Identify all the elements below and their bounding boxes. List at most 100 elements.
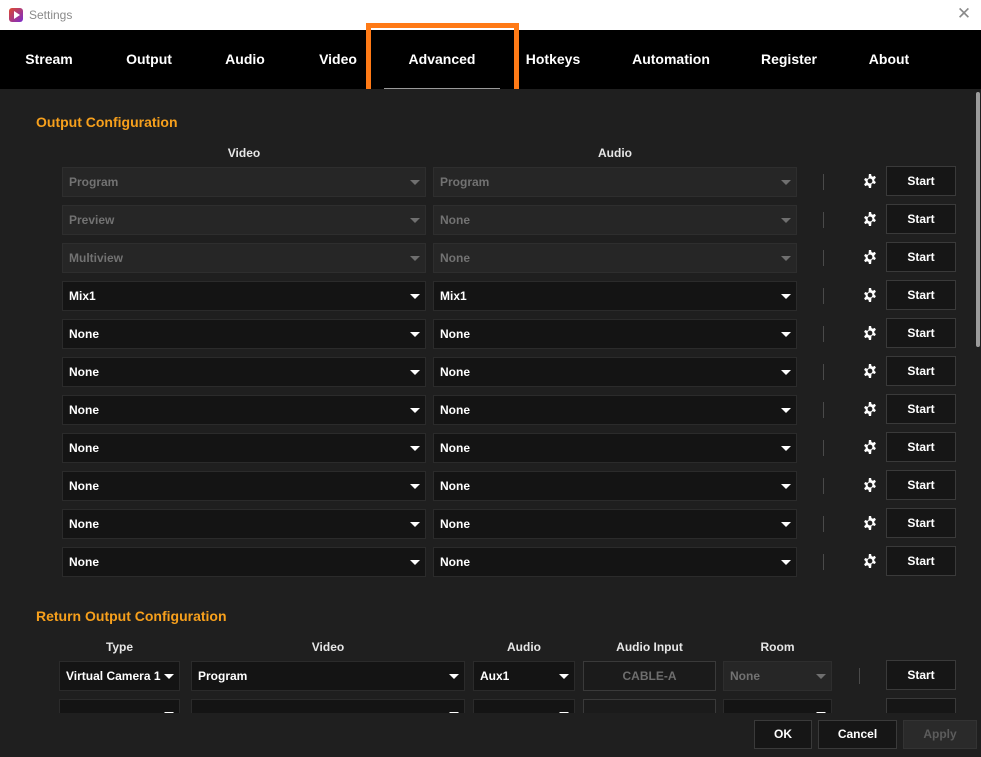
audio-output-value: None bbox=[440, 517, 470, 531]
return-video-select-2[interactable] bbox=[191, 699, 465, 713]
return-output-config-title: Return Output Configuration bbox=[36, 608, 227, 624]
video-output-value: None bbox=[69, 479, 99, 493]
close-icon[interactable]: ✕ bbox=[955, 5, 973, 23]
video-output-select[interactable]: None bbox=[62, 395, 426, 425]
tab-stream[interactable]: Stream bbox=[0, 30, 98, 89]
gear-icon[interactable] bbox=[862, 439, 878, 455]
return-video-select[interactable]: Program bbox=[191, 661, 465, 691]
video-output-select[interactable]: None bbox=[62, 319, 426, 349]
start-output-button[interactable]: Start bbox=[886, 280, 956, 310]
ok-button[interactable]: OK bbox=[754, 720, 812, 749]
return-audio-select-2[interactable] bbox=[473, 699, 575, 713]
video-output-value: None bbox=[69, 517, 99, 531]
audio-output-value: None bbox=[440, 365, 470, 379]
chevron-down-icon bbox=[410, 408, 420, 413]
gear-icon[interactable] bbox=[862, 249, 878, 265]
app-logo-icon bbox=[9, 8, 23, 22]
start-output-button[interactable]: Start bbox=[886, 432, 956, 462]
gear-icon[interactable] bbox=[862, 515, 878, 531]
start-output-button[interactable]: Start bbox=[886, 318, 956, 348]
divider bbox=[823, 516, 824, 532]
video-output-value: None bbox=[69, 555, 99, 569]
divider bbox=[823, 402, 824, 418]
audio-output-select[interactable]: Mix1 bbox=[433, 281, 797, 311]
audio-output-select[interactable]: None bbox=[433, 509, 797, 539]
chevron-down-icon bbox=[410, 446, 420, 451]
divider bbox=[859, 668, 860, 684]
chevron-down-icon bbox=[410, 484, 420, 489]
gear-icon[interactable] bbox=[862, 211, 878, 227]
video-output-value: None bbox=[69, 403, 99, 417]
audio-output-select[interactable]: None bbox=[433, 243, 797, 273]
room-select-2[interactable] bbox=[723, 699, 832, 713]
room-value: None bbox=[730, 669, 760, 683]
video-column-header: Video bbox=[227, 146, 261, 160]
audio-output-value: None bbox=[440, 441, 470, 455]
start-output-button[interactable]: Start bbox=[886, 394, 956, 424]
chevron-down-icon bbox=[781, 522, 791, 527]
gear-icon[interactable] bbox=[862, 325, 878, 341]
video-output-select[interactable]: Multiview bbox=[62, 243, 426, 273]
audio-input-field[interactable]: CABLE-A bbox=[583, 661, 716, 691]
gear-icon[interactable] bbox=[862, 477, 878, 493]
divider bbox=[823, 478, 824, 494]
divider bbox=[823, 212, 824, 228]
return-type-select-2[interactable] bbox=[59, 699, 180, 713]
chevron-down-icon bbox=[410, 370, 420, 375]
start-output-button[interactable]: Start bbox=[886, 546, 956, 576]
video-output-select[interactable]: None bbox=[62, 357, 426, 387]
video-output-select[interactable]: Preview bbox=[62, 205, 426, 235]
start-output-button[interactable]: Start bbox=[886, 166, 956, 196]
video-output-select[interactable]: None bbox=[62, 547, 426, 577]
audio-output-select[interactable]: None bbox=[433, 433, 797, 463]
start-output-button[interactable]: Start bbox=[886, 470, 956, 500]
audio-input-column-header: Audio Input bbox=[616, 640, 683, 654]
tab-advanced[interactable]: Advanced bbox=[384, 30, 500, 89]
room-column-header: Room bbox=[760, 640, 795, 654]
video-output-select[interactable]: Program bbox=[62, 167, 426, 197]
video-output-value: Multiview bbox=[69, 251, 124, 265]
cancel-button[interactable]: Cancel bbox=[818, 720, 897, 749]
tab-audio[interactable]: Audio bbox=[200, 30, 290, 89]
audio-output-select[interactable]: None bbox=[433, 205, 797, 235]
audio-input-field-2[interactable] bbox=[583, 699, 716, 713]
video-output-select[interactable]: Mix1 bbox=[62, 281, 426, 311]
audio-output-select[interactable]: None bbox=[433, 357, 797, 387]
gear-icon[interactable] bbox=[862, 287, 878, 303]
audio-output-value: None bbox=[440, 403, 470, 417]
tab-register[interactable]: Register bbox=[742, 30, 836, 89]
tab-about[interactable]: About bbox=[842, 30, 936, 89]
chevron-down-icon bbox=[781, 408, 791, 413]
audio-output-select[interactable]: None bbox=[433, 547, 797, 577]
video-output-select[interactable]: None bbox=[62, 471, 426, 501]
video-output-value: None bbox=[69, 365, 99, 379]
return-type-select[interactable]: Virtual Camera 1 bbox=[59, 661, 180, 691]
tab-automation[interactable]: Automation bbox=[606, 30, 736, 89]
gear-icon[interactable] bbox=[862, 363, 878, 379]
video-output-select[interactable]: None bbox=[62, 509, 426, 539]
start-output-button[interactable]: Start bbox=[886, 242, 956, 272]
start-output-button[interactable]: Start bbox=[886, 204, 956, 234]
audio-output-select[interactable]: None bbox=[433, 319, 797, 349]
vertical-scrollbar[interactable] bbox=[974, 89, 981, 713]
start-output-button[interactable]: Start bbox=[886, 356, 956, 386]
gear-icon[interactable] bbox=[862, 401, 878, 417]
divider bbox=[823, 288, 824, 304]
divider bbox=[823, 174, 824, 190]
return-start-button-2[interactable] bbox=[886, 698, 956, 713]
tab-hotkeys[interactable]: Hotkeys bbox=[510, 30, 596, 89]
tab-video[interactable]: Video bbox=[292, 30, 384, 89]
video-output-select[interactable]: None bbox=[62, 433, 426, 463]
tab-output[interactable]: Output bbox=[100, 30, 198, 89]
gear-icon[interactable] bbox=[862, 553, 878, 569]
room-select[interactable]: None bbox=[723, 661, 832, 691]
apply-button[interactable]: Apply bbox=[903, 720, 977, 749]
audio-output-select[interactable]: None bbox=[433, 471, 797, 501]
start-output-button[interactable]: Start bbox=[886, 508, 956, 538]
audio-output-select[interactable]: Program bbox=[433, 167, 797, 197]
scrollbar-thumb[interactable] bbox=[976, 92, 980, 347]
gear-icon[interactable] bbox=[862, 173, 878, 189]
return-start-button[interactable]: Start bbox=[886, 660, 956, 690]
audio-output-select[interactable]: None bbox=[433, 395, 797, 425]
return-audio-select[interactable]: Aux1 bbox=[473, 661, 575, 691]
